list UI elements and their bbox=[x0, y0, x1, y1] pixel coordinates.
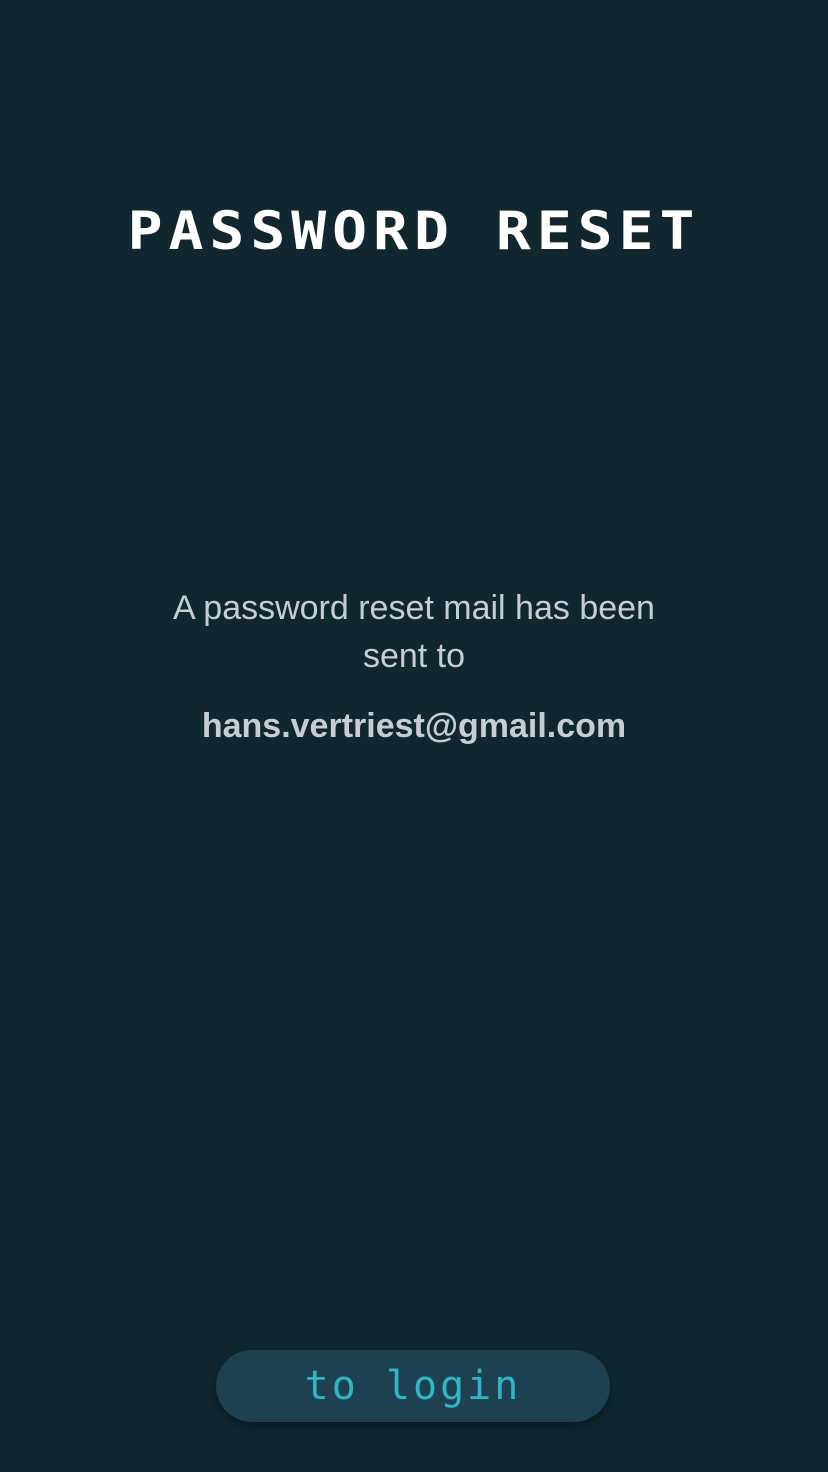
reset-message: A password reset mail has been sent to bbox=[173, 589, 655, 675]
to-login-label: to login bbox=[304, 1363, 522, 1409]
page-title: PASSWORD RESET bbox=[127, 200, 701, 262]
email-address: hans.vertriest@gmail.com bbox=[201, 707, 627, 745]
to-login-button[interactable]: to login bbox=[216, 1350, 610, 1422]
